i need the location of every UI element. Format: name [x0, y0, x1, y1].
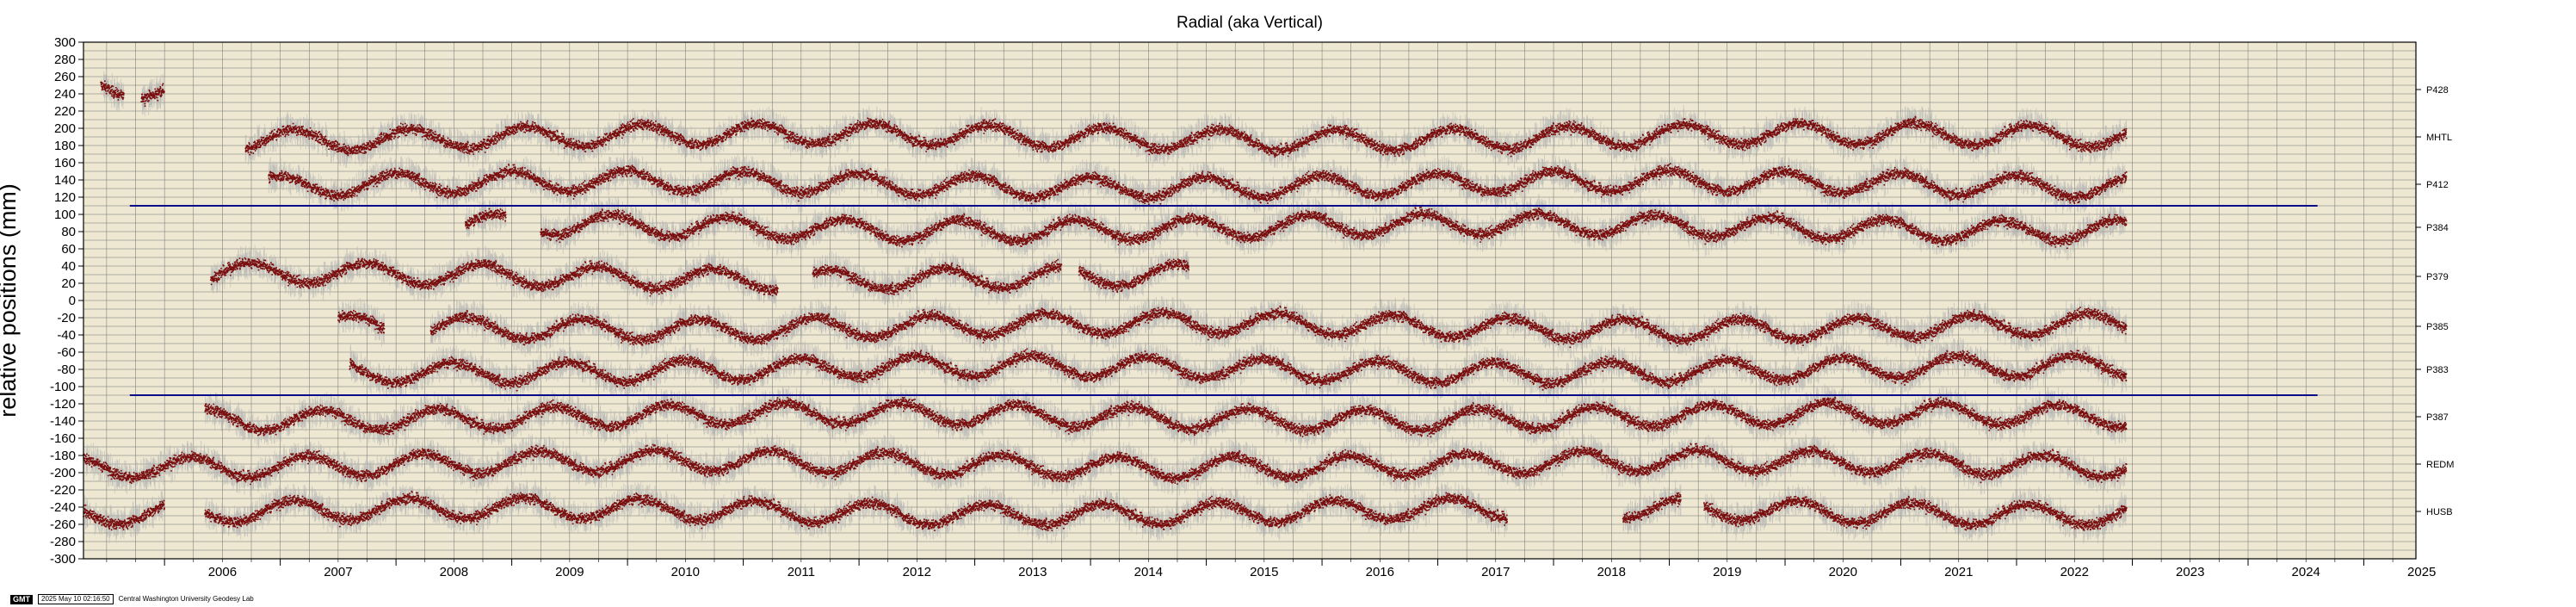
chart: 2006 2007 2008 2009 2010 2011 2012 2013 2014 2015…	[0, 0, 2576, 607]
